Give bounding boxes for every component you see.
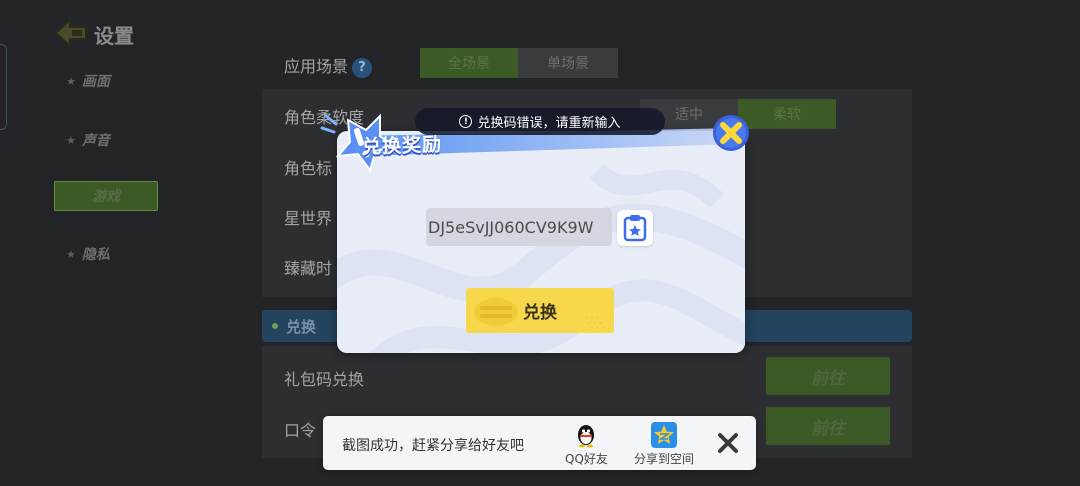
redeem-button[interactable]: 兑换 <box>466 288 614 333</box>
info-icon: ! <box>459 115 473 128</box>
share-option-label: QQ好友 <box>565 452 608 466</box>
scene-row-label: 应用场景? <box>284 53 373 78</box>
sidebar-item-privacy[interactable]: ★ 隐私 <box>66 239 158 269</box>
share-option-label: 分享到空间 <box>634 452 695 466</box>
sidebar-item-label: 声音 <box>81 133 110 149</box>
sidebar-item-label: 游戏 <box>92 189 120 205</box>
qq-penguin-icon <box>578 425 595 448</box>
sidebar-item-label: 隐私 <box>81 247 110 263</box>
close-dialog-button[interactable] <box>712 114 750 152</box>
gift-code-go-button[interactable]: 前往 <box>766 357 890 395</box>
paste-clipboard-button[interactable] <box>617 210 653 246</box>
share-qq-friend-button[interactable]: QQ好友 <box>565 422 608 467</box>
redeem-code-input[interactable] <box>426 208 612 246</box>
gift-code-row-label: 礼包码兑换 <box>284 370 365 389</box>
password-go-button[interactable]: 前往 <box>766 407 890 445</box>
error-toast-text: 兑换码错误，请重新输入 <box>477 116 621 131</box>
sidebar-item-sound[interactable]: ★ 声音 <box>66 125 158 155</box>
star-bullet-icon: ★ <box>66 133 76 147</box>
scene-selector[interactable]: 全场景 单场景 <box>420 48 618 78</box>
error-toast: ! 兑换码错误，请重新输入 <box>415 108 665 135</box>
sidebar-item-game[interactable]: 游戏 <box>54 181 158 211</box>
left-edge-handle <box>0 44 7 130</box>
back-arrow-icon[interactable] <box>52 14 92 52</box>
sidebar-item-display[interactable]: ★ 画面 <box>66 66 158 96</box>
star-bullet-icon: ★ <box>66 74 76 88</box>
settings-title: 设置 <box>94 24 134 48</box>
softness-option-soft[interactable]: 柔软 <box>738 99 836 129</box>
screenshot-share-bar: 截图成功，赶紧分享给好友吧 QQ好友 分享到空间 <box>323 416 756 470</box>
qzone-star-icon <box>651 422 677 448</box>
close-share-bar-icon[interactable] <box>717 432 739 454</box>
redeem-button-label: 兑换 <box>523 303 557 323</box>
password-row-label: 口令 <box>284 421 317 440</box>
star-world-row-label: 星世界 <box>284 209 333 228</box>
star-bullet-icon: ★ <box>66 247 76 261</box>
scene-option-single[interactable]: 单场景 <box>518 48 618 78</box>
share-message: 截图成功，赶紧分享给好友吧 <box>342 438 524 454</box>
share-qzone-button[interactable]: 分享到空间 <box>634 422 694 467</box>
collection-row-label: 臻藏时 <box>284 259 333 278</box>
scene-option-all[interactable]: 全场景 <box>420 48 518 78</box>
sidebar-item-label: 画面 <box>81 74 110 90</box>
clipboard-icon <box>623 215 647 242</box>
help-icon[interactable]: ? <box>352 57 373 78</box>
